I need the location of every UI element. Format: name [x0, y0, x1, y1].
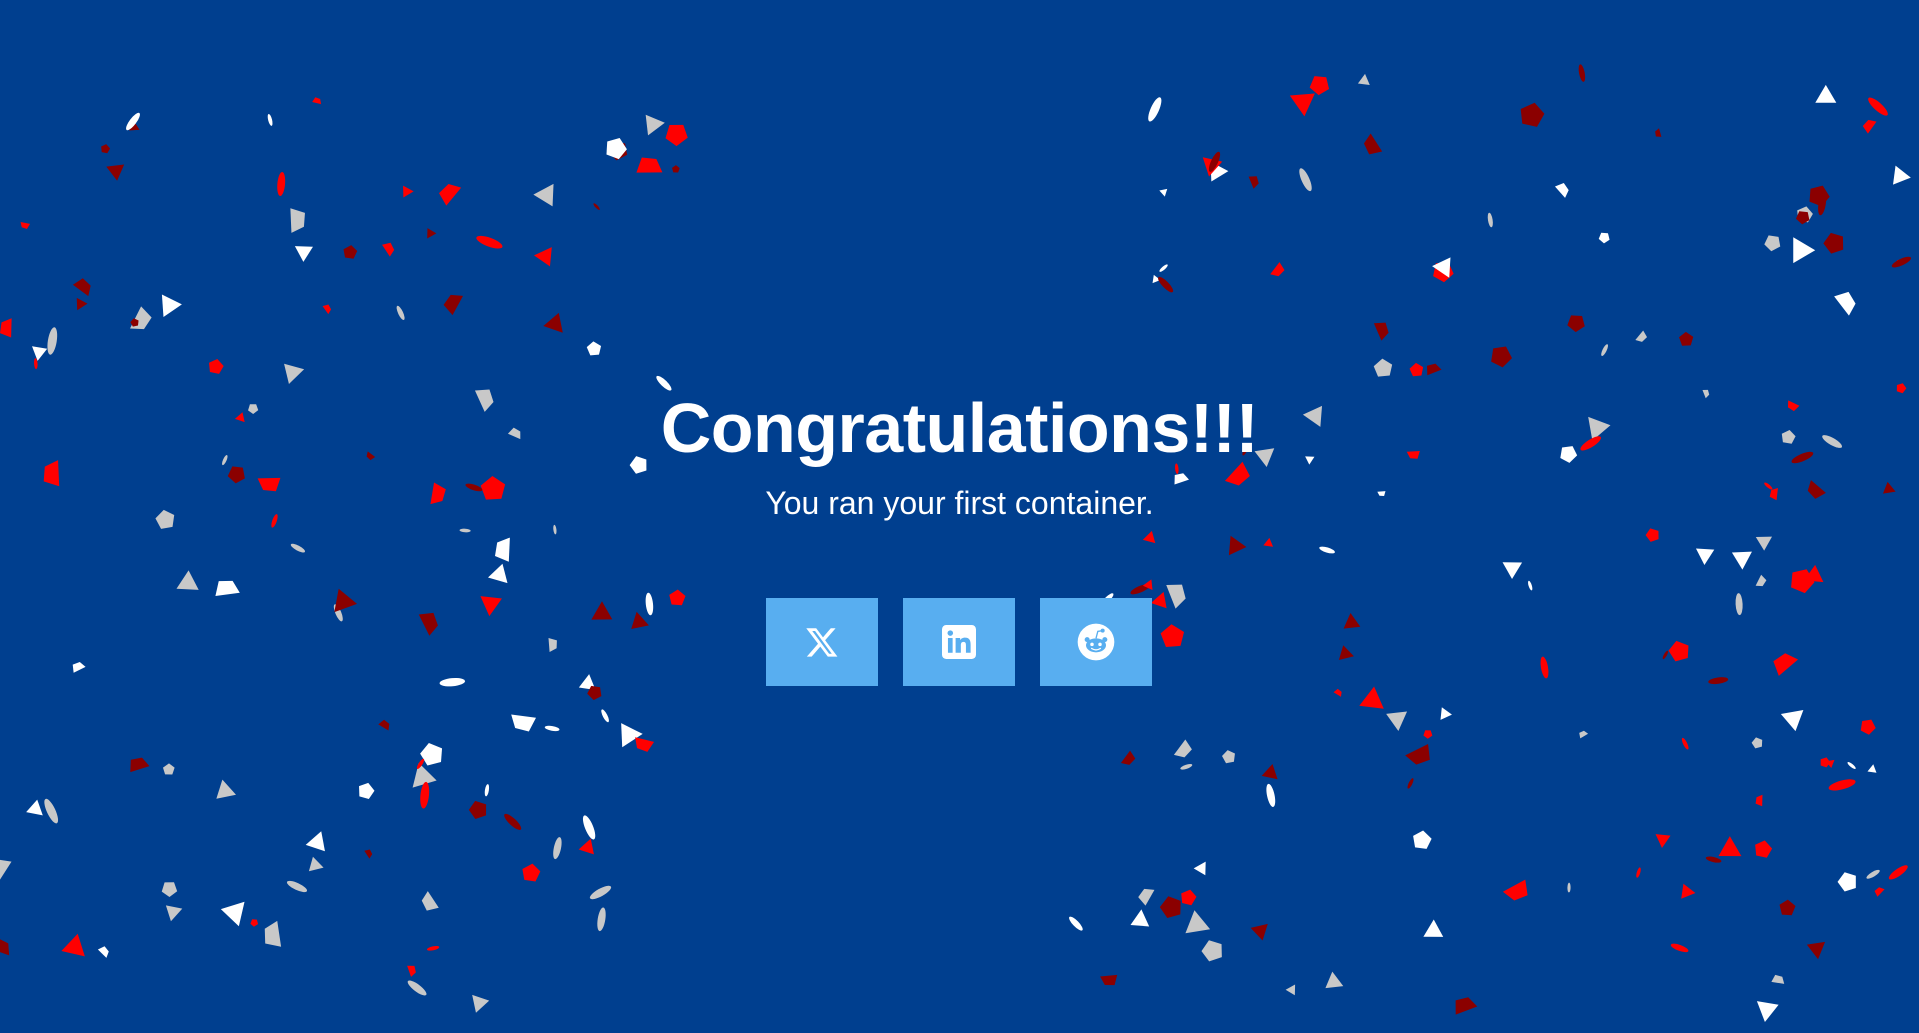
x-logo-icon [806, 628, 838, 657]
x-share-button[interactable] [766, 598, 878, 686]
page-subtitle: You ran your first container. [765, 485, 1154, 521]
main-content: Congratulations!!! You ran your first co… [0, 0, 1919, 1033]
page-title: Congratulations!!! [660, 389, 1259, 467]
reddit-share-button[interactable] [1040, 598, 1152, 686]
share-buttons [766, 598, 1152, 686]
celebration-page: Congratulations!!! You ran your first co… [0, 0, 1919, 1033]
reddit-logo-icon [1077, 623, 1115, 661]
linkedin-logo-icon [942, 625, 976, 659]
linkedin-share-button[interactable] [903, 598, 1015, 686]
